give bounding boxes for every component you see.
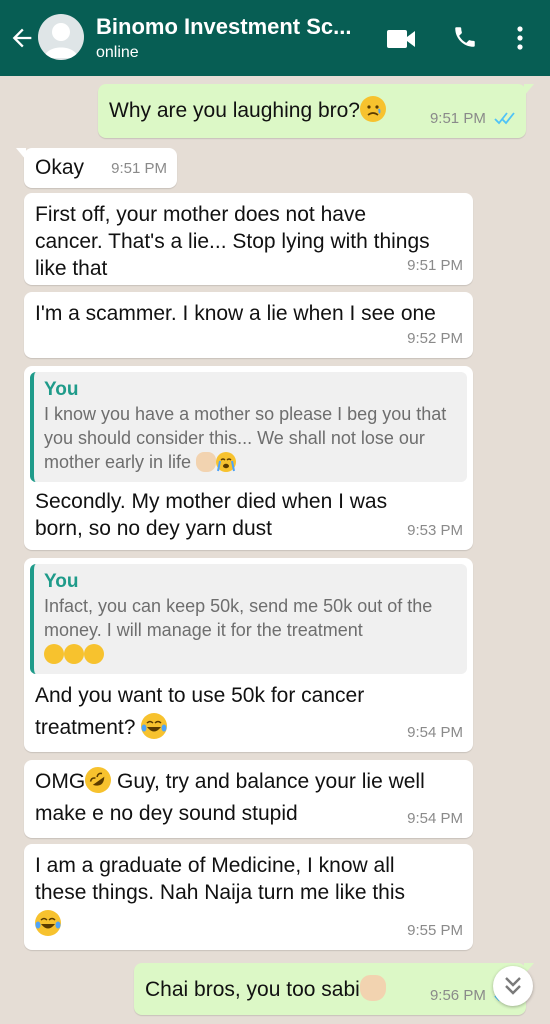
message-text: First off, your mother does not have can…: [35, 203, 430, 280]
chat-area: Why are you laughing bro? 9:51 PM Okay 9…: [0, 76, 550, 1024]
incoming-message[interactable]: You Infact, you can keep 50k, send me 50…: [24, 558, 473, 752]
bubble-tail: [16, 148, 26, 160]
message-text: Why are you laughing bro?: [109, 99, 360, 122]
message-text: Chai bros, you too sabi: [145, 978, 360, 1001]
crying-face-emoji-icon: [44, 644, 64, 664]
contact-status: online: [96, 44, 139, 61]
incoming-message[interactable]: I'm a scammer. I know a lie when I see o…: [24, 292, 473, 358]
scroll-to-bottom-button[interactable]: [493, 966, 533, 1006]
incoming-message[interactable]: Okay 9:51 PM: [16, 148, 177, 188]
message-text-start: OMG: [35, 770, 86, 793]
double-chevron-down-icon: [505, 977, 521, 995]
chat-header: Binomo Investment Sc... online: [0, 0, 550, 76]
bubble-tail: [524, 84, 534, 96]
quote-author: You: [44, 571, 79, 592]
message-text: I am a graduate of Medicine, I know all …: [35, 854, 406, 904]
message-time: 9:51 PM: [429, 110, 486, 127]
quote-text: Infact, you can keep 50k, send me 50k ou…: [44, 596, 433, 640]
message-time: 9:51 PM: [111, 160, 167, 177]
more-vert-icon[interactable]: [510, 24, 530, 52]
incoming-message[interactable]: OMG Guy, try and balance your lie well m…: [24, 760, 473, 838]
crying-face-emoji-icon: [64, 644, 84, 664]
back-arrow-icon[interactable]: [8, 24, 36, 52]
incoming-message[interactable]: First off, your mother does not have can…: [24, 193, 473, 285]
default-avatar-icon: [44, 23, 78, 58]
phone-call-icon[interactable]: [452, 24, 478, 50]
crying-face-emoji-icon: [84, 644, 104, 664]
raising-hands-emoji-icon: [359, 975, 386, 1001]
quote-author: You: [44, 379, 79, 400]
outgoing-message[interactable]: Chai bros, you too sabi 9:56 PM: [134, 963, 534, 1015]
incoming-message[interactable]: I am a graduate of Medicine, I know all …: [24, 844, 473, 950]
message-time: 9:53 PM: [407, 522, 463, 539]
message-time: 9:52 PM: [407, 330, 463, 347]
message-text: I'm a scammer. I know a lie when I see o…: [35, 302, 436, 325]
message-time: 9:55 PM: [407, 922, 463, 939]
tears-of-joy-emoji-icon: [35, 910, 61, 936]
quote-text: I know you have a mother so please I beg…: [44, 404, 447, 472]
message-text: And you want to use 50k for cancer treat…: [35, 684, 365, 739]
avatar[interactable]: [38, 14, 84, 60]
outgoing-message[interactable]: Why are you laughing bro? 9:51 PM: [98, 84, 534, 138]
incoming-message[interactable]: You I know you have a mother so please I…: [24, 366, 473, 550]
quoted-message[interactable]: You Infact, you can keep 50k, send me 50…: [30, 564, 467, 674]
message-time: 9:54 PM: [407, 810, 463, 827]
message-time: 9:51 PM: [407, 257, 463, 274]
crying-face-emoji-icon: [216, 452, 237, 472]
message-time: 9:54 PM: [407, 724, 463, 741]
contact-name[interactable]: Binomo Investment Sc...: [96, 14, 352, 40]
sad-face-emoji-icon: [360, 96, 386, 122]
folded-hands-emoji-icon: [196, 452, 217, 472]
message-text: Secondly. My mother died when I was born…: [35, 490, 388, 540]
video-call-icon[interactable]: [386, 27, 416, 51]
tears-of-joy-emoji-icon: [141, 713, 168, 739]
quoted-message[interactable]: You I know you have a mother so please I…: [30, 372, 467, 482]
double-check-read-icon: [494, 112, 515, 125]
message-time: 9:56 PM: [429, 987, 486, 1004]
